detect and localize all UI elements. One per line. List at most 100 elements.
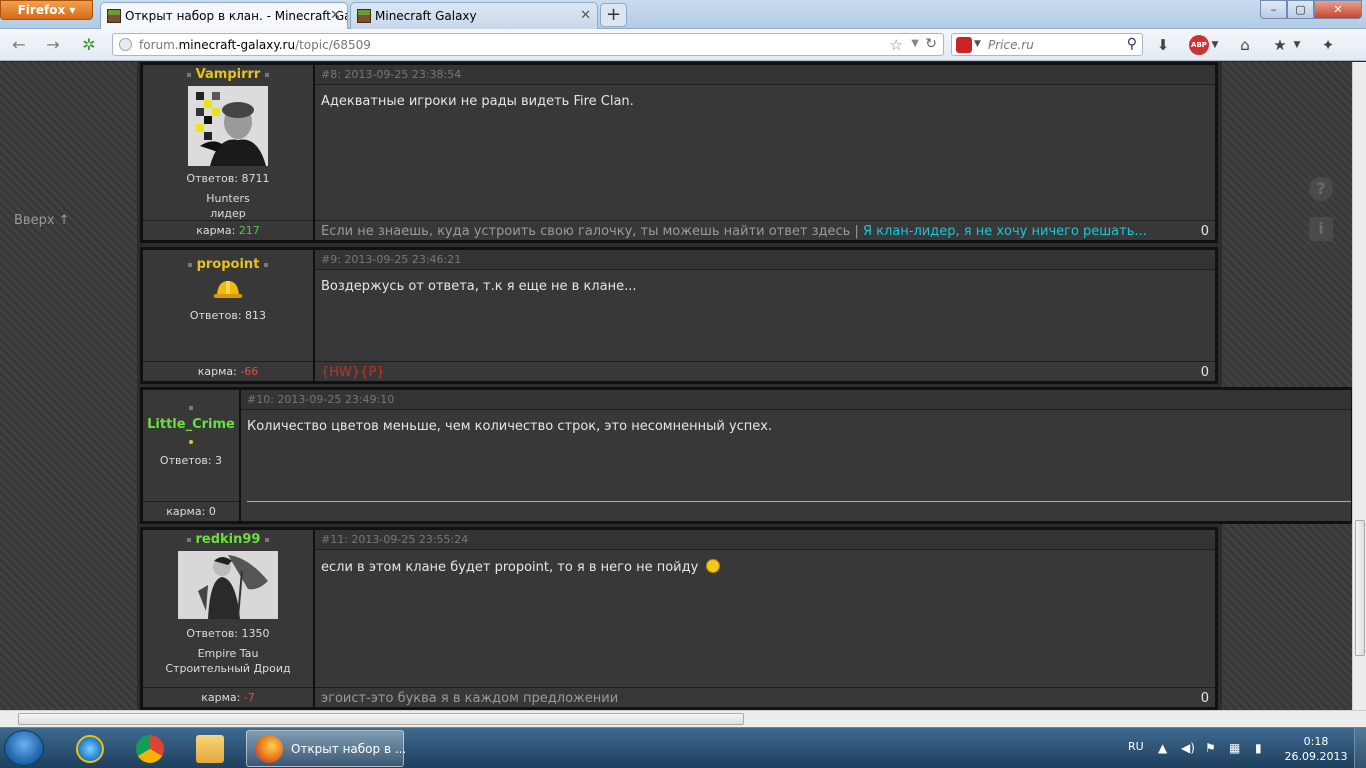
karma-label: карма: (201, 691, 241, 704)
post-meta[interactable]: #8: 2013-09-25 23:38:54 (315, 65, 1215, 85)
signature-separator: | (854, 224, 859, 239)
post-meta[interactable]: #11: 2013-09-25 23:55:24 (315, 530, 1215, 550)
post-author-panel: Little_Crime Ответов: 3 карма: 0 (143, 390, 240, 521)
search-icon[interactable]: ⚲ (1127, 36, 1137, 52)
tab-label: Открыт набор в клан. - Minecraft Ga... (125, 9, 348, 23)
folder-icon (196, 735, 224, 763)
post-body: #9: 2013-09-25 23:46:21 Воздержусь от от… (315, 250, 1215, 381)
post-rating-count: 0 (1200, 224, 1209, 239)
windows-taskbar: Открыт набор в ... RU ▲ ◀) ⚑ ▦ ▮ 0:18 26… (0, 727, 1366, 768)
signature-text: Если не знаешь, куда устроить свою галоч… (321, 224, 851, 239)
info-icon[interactable]: i (1309, 217, 1333, 241)
forum-post: Vampirrr Ответов: 8711 Hunters лидер кар… (140, 62, 1218, 243)
smiley-emoji-icon (706, 559, 721, 573)
karma-label: карма: (197, 365, 237, 378)
clan-name[interactable]: Hunters (206, 192, 250, 205)
author-reply-count: Ответов: 3 (159, 454, 223, 467)
author-name[interactable]: Vampirrr (143, 67, 313, 82)
tab-forum-topic[interactable]: Открыт набор в клан. - Minecraft Ga... ✕ (100, 2, 348, 29)
firefox-menu-button[interactable]: Firefox ▾ (0, 0, 93, 20)
status-dot-icon (187, 262, 192, 267)
author-name[interactable]: propoint (143, 257, 313, 272)
back-arrow-icon[interactable]: ← (8, 35, 30, 55)
author-name[interactable]: redkin99 (143, 532, 313, 547)
author-reply-count: Ответов: 813 (189, 309, 267, 322)
signature-link[interactable]: Я клан-лидер, я не хочу ничего решать... (863, 224, 1147, 239)
avatar[interactable] (188, 86, 268, 166)
author-karma: карма: -66 (143, 361, 313, 381)
post-meta[interactable]: #9: 2013-09-25 23:46:21 (315, 250, 1215, 270)
addon-toolbar-icon[interactable]: ✦ (1318, 35, 1338, 55)
post-body: #11: 2013-09-25 23:55:24 если в этом кла… (315, 530, 1215, 707)
tray-expand-icon[interactable]: ▲ (1158, 741, 1167, 755)
firefox-icon (255, 735, 283, 763)
horizontal-scrollbar-thumb[interactable] (18, 713, 744, 725)
taskbar-internet-explorer[interactable] (64, 731, 116, 766)
post-body: #10: 2013-09-25 23:49:10 Количество цвет… (241, 390, 1351, 521)
start-button[interactable] (4, 730, 44, 766)
author-clan: Hunters лидер (143, 191, 313, 221)
back-to-top-link[interactable]: Вверх ↑ (14, 213, 70, 228)
status-dot-icon (189, 439, 193, 444)
taskbar-chrome[interactable] (124, 731, 176, 766)
avatar[interactable] (178, 551, 278, 619)
search-engine-icon[interactable] (956, 37, 972, 53)
search-engine-dropdown-icon[interactable]: ▼ (974, 39, 981, 49)
downloads-arrow-icon[interactable]: ⬇ (1154, 35, 1172, 55)
clan-name[interactable]: Empire Tau (198, 647, 259, 660)
address-bar[interactable]: forum.minecraft-galaxy.ru/topic/68509 ☆ … (112, 33, 944, 56)
signature-text: эгоист-это буква я в каждом предложении (321, 691, 619, 706)
forum-post: propoint Ответов: 813 карма: -66 #9: 201… (140, 247, 1218, 384)
window-minimize-button[interactable]: – (1260, 0, 1287, 19)
bookmarks-menu-icon[interactable]: ★ (1270, 35, 1290, 55)
firefox-menu-label: Firefox (17, 3, 66, 17)
author-reply-count: Ответов: 1350 (186, 627, 270, 640)
post-meta[interactable]: #10: 2013-09-25 23:49:10 (241, 390, 1351, 410)
language-indicator[interactable]: RU (1128, 740, 1144, 753)
vertical-scrollbar[interactable] (1352, 62, 1366, 710)
taskbar-file-explorer[interactable] (184, 731, 236, 766)
vertical-scrollbar-thumb[interactable] (1355, 520, 1365, 656)
signature-text: {HW}{P} (321, 365, 385, 380)
home-icon[interactable]: ⌂ (1235, 35, 1255, 55)
tab-minecraft-galaxy[interactable]: Minecraft Galaxy ✕ (350, 2, 598, 29)
addon-gear-icon[interactable]: ✲ (78, 35, 100, 55)
post-signature: эгоист-это буква я в каждом предложении … (315, 687, 1215, 707)
network-icon[interactable]: ▦ (1229, 741, 1240, 755)
taskbar-window-title: Открыт набор в ... (291, 742, 407, 756)
forward-arrow-icon[interactable]: → (42, 35, 64, 55)
tab-close-icon[interactable]: ✕ (330, 8, 341, 23)
clan-role: лидер (210, 207, 246, 220)
tab-close-icon[interactable]: ✕ (580, 8, 591, 23)
adblock-dropdown-icon[interactable]: ▼ (1210, 35, 1220, 55)
url-history-dropdown-icon[interactable]: ▼ (911, 38, 919, 49)
horizontal-scrollbar[interactable] (0, 710, 1366, 727)
search-input[interactable]: Price.ru (988, 38, 1034, 52)
action-center-flag-icon[interactable]: ⚑ (1205, 741, 1216, 755)
author-reply-count: Ответов: 8711 (186, 172, 270, 185)
site-identity-icon[interactable] (119, 38, 132, 51)
adblock-plus-icon[interactable]: ABP (1189, 35, 1209, 55)
clock-date: 26.09.2013 (1284, 750, 1348, 763)
page-viewport[interactable]: Вверх ↑ ? i Vampirrr Ответов: 8711 Hunte… (0, 62, 1352, 710)
author-name[interactable]: Little_Crime (143, 417, 239, 432)
system-clock[interactable]: 0:18 26.09.2013 (1284, 734, 1348, 764)
bookmarks-dropdown-icon[interactable]: ▼ (1292, 35, 1302, 55)
window-maximize-button[interactable]: ▢ (1287, 0, 1314, 19)
help-question-icon[interactable]: ? (1309, 177, 1333, 201)
status-dot-icon (186, 537, 191, 542)
volume-icon[interactable]: ◀) (1181, 741, 1195, 755)
status-dot-icon (189, 405, 193, 410)
bookmark-star-icon[interactable]: ☆ (890, 36, 903, 54)
new-tab-button[interactable]: + (600, 3, 627, 27)
window-close-button[interactable]: ✕ (1314, 0, 1362, 19)
taskbar-firefox-window[interactable]: Открыт набор в ... (246, 730, 407, 767)
status-dot-icon (186, 72, 191, 77)
reload-icon[interactable]: ↻ (925, 36, 937, 52)
post-text: Воздержусь от ответа, т.к я еще не в кла… (321, 279, 637, 294)
title-bar: Firefox ▾ Открыт набор в клан. - Minecra… (0, 0, 1366, 29)
search-bar[interactable]: ▼ Price.ru ⚲ (951, 33, 1143, 56)
author-karma: карма: 0 (143, 501, 239, 521)
show-desktop-button[interactable] (1354, 728, 1366, 768)
power-icon[interactable]: ▮ (1255, 741, 1262, 755)
